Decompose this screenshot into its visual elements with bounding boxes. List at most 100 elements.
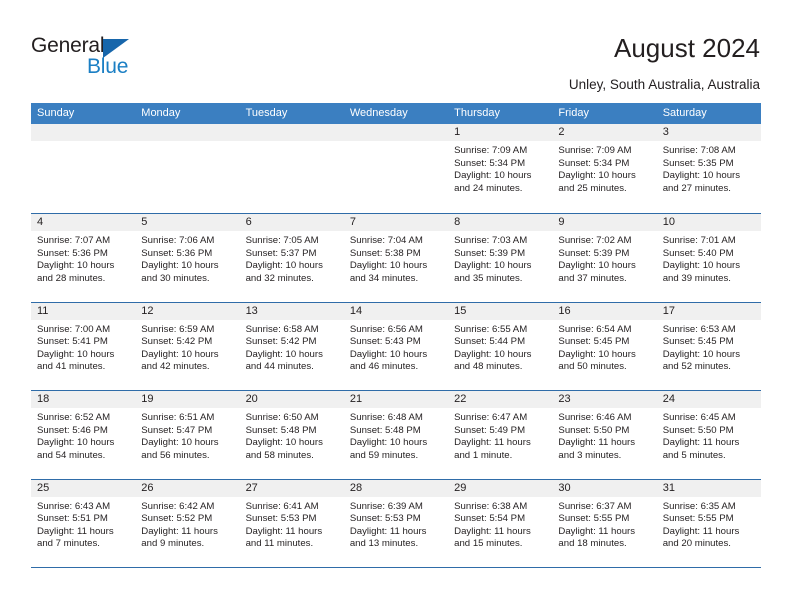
sunset-text: Sunset: 5:38 PM bbox=[349, 247, 421, 259]
daylight-text-line1: Daylight: 10 hours bbox=[37, 348, 115, 360]
calendar-day-cell[interactable]: 9 Sunrise: 7:02 AM Sunset: 5:39 PM Daylight… bbox=[552, 214, 657, 302]
calendar-day-cell[interactable]: 29 Sunrise: 6:38 AM Sunset: 5:54 PM Dayligh… bbox=[448, 479, 553, 567]
daylight-text-line2: and 1 minute. bbox=[454, 449, 513, 461]
sunrise-text: Sunrise: 7:05 AM bbox=[245, 235, 319, 246]
sunrise-text: Sunrise: 6:42 AM bbox=[141, 500, 215, 512]
daylight-text-line1: Daylight: 10 hours bbox=[454, 170, 532, 182]
calendar-day-cell[interactable]: 11 Sunrise: 7:00 AM Sunset: 5:41 PM Dayligh… bbox=[31, 302, 136, 390]
daylight-text-line1: Daylight: 11 hours bbox=[662, 437, 740, 449]
calendar-day-cell[interactable]: 28 Sunrise: 6:39 AM Sunset: 5:53 PM Dayligh… bbox=[343, 479, 449, 567]
weekday-header-tuesday: Tuesday bbox=[245, 107, 288, 119]
sunset-text: Sunset: 5:53 PM bbox=[349, 513, 421, 525]
daylight-text-line1: Daylight: 10 hours bbox=[245, 437, 323, 449]
day-number: 11 bbox=[31, 302, 136, 320]
calendar-day-cell[interactable]: 14 Sunrise: 6:56 AM Sunset: 5:43 PM Dayligh… bbox=[343, 302, 449, 390]
sunset-text: Sunset: 5:43 PM bbox=[349, 336, 421, 348]
sunset-text: Sunset: 5:35 PM bbox=[662, 157, 734, 169]
day-number: 20 bbox=[239, 391, 344, 408]
sunrise-text: Sunrise: 6:43 AM bbox=[37, 500, 111, 512]
sunset-text: Sunset: 5:40 PM bbox=[662, 247, 734, 259]
calendar-day-cell[interactable]: 21 Sunrise: 6:48 AM Sunset: 5:48 PM Dayligh… bbox=[343, 391, 449, 479]
daylight-text-line2: and 5 minutes. bbox=[662, 449, 726, 461]
page-header: General Blue August 2024 Unley, South Au… bbox=[0, 0, 792, 100]
day-number: 12 bbox=[135, 302, 240, 320]
day-details: Sunrise: 6:35 AM Sunset: 5:55 PM Daylight:… bbox=[657, 497, 761, 551]
daylight-text-line1: Daylight: 10 hours bbox=[662, 170, 741, 182]
daylight-text-line2: and 11 minutes. bbox=[245, 538, 314, 550]
calendar-day-cell[interactable]: 15 Sunrise: 6:55 AM Sunset: 5:44 PM Dayligh… bbox=[448, 302, 553, 390]
sunset-text: Sunset: 5:41 PM bbox=[37, 336, 108, 348]
calendar-day-cell[interactable]: 13 Sunrise: 6:58 AM Sunset: 5:42 PM Dayligh… bbox=[239, 302, 344, 390]
calendar-day-cell[interactable]: 22 Sunrise: 6:47 AM Sunset: 5:49 PM Dayligh… bbox=[448, 391, 553, 479]
calendar-day-cell[interactable]: 26 Sunrise: 6:42 AM Sunset: 5:52 PM Dayligh… bbox=[135, 479, 240, 567]
day-number: 9 bbox=[552, 214, 657, 231]
calendar-day-cell[interactable]: 30 Sunrise: 6:37 AM Sunset: 5:55 PM Dayligh… bbox=[552, 479, 657, 567]
sunrise-text: Sunrise: 6:46 AM bbox=[558, 412, 632, 423]
day-number: 1 bbox=[448, 124, 553, 141]
calendar-day-cell[interactable]: 1 Sunrise: 7:09 AM Sunset: 5:34 PM Daylight… bbox=[448, 124, 553, 213]
daylight-text-line2: and 46 minutes. bbox=[349, 361, 419, 373]
daylight-text-line1: Daylight: 10 hours bbox=[662, 260, 741, 272]
daylight-text-line1: Daylight: 10 hours bbox=[349, 260, 428, 272]
day-number: 24 bbox=[656, 391, 761, 408]
weekday-header-sunday: Sunday bbox=[37, 107, 75, 119]
weekday-header-row: Sunday Monday Tuesday Wednesday Thursday Frid… bbox=[31, 103, 761, 124]
weekday-header-thursday: Thursday bbox=[454, 107, 500, 119]
calendar-day-cell[interactable]: 18 Sunrise: 6:52 AM Sunset: 5:46 PM Dayligh… bbox=[31, 391, 136, 479]
location-subtitle: Unley, South Australia, Australia bbox=[568, 77, 760, 92]
calendar-day-cell[interactable]: 5 Sunrise: 7:06 AM Sunset: 5:36 PM Daylight… bbox=[135, 214, 240, 302]
day-details: Sunrise: 6:47 AM Sunset: 5:49 PM Daylight:… bbox=[448, 408, 552, 462]
day-number: 5 bbox=[135, 214, 240, 231]
calendar-day-cell[interactable]: 10 Sunrise: 7:01 AM Sunset: 5:40 PM Dayligh… bbox=[656, 214, 761, 302]
sunrise-sunset-calendar: Sunday Monday Tuesday Wednesday Thursday Frid… bbox=[31, 103, 761, 568]
calendar-day-cell[interactable]: 17 Sunrise: 6:53 AM Sunset: 5:45 PM Dayligh… bbox=[656, 302, 761, 390]
day-number: 26 bbox=[135, 479, 240, 497]
day-number: 21 bbox=[343, 391, 449, 408]
calendar-day-cell[interactable]: 3 Sunrise: 7:08 AM Sunset: 5:35 PM Daylight… bbox=[656, 124, 761, 213]
sunset-text: Sunset: 5:45 PM bbox=[558, 336, 630, 348]
calendar-day-cell[interactable]: 31 Sunrise: 6:35 AM Sunset: 5:55 PM Dayligh… bbox=[656, 479, 761, 567]
daylight-text-line2: and 35 minutes. bbox=[454, 272, 523, 284]
calendar-day-cell[interactable]: 8 Sunrise: 7:03 AM Sunset: 5:39 PM Daylight… bbox=[448, 214, 553, 302]
daylight-text-line2: and 9 minutes. bbox=[141, 538, 205, 550]
daylight-text-line1: Daylight: 10 hours bbox=[349, 348, 428, 360]
weekday-header-saturday: Saturday bbox=[662, 107, 707, 119]
calendar-day-cell[interactable]: 6 Sunrise: 7:05 AM Sunset: 5:37 PM Daylight… bbox=[239, 214, 344, 302]
sunset-text: Sunset: 5:39 PM bbox=[558, 247, 630, 259]
page-title: August 2024 bbox=[613, 33, 760, 63]
daylight-text-line2: and 27 minutes. bbox=[662, 182, 731, 194]
calendar-day-cell[interactable]: 7 Sunrise: 7:04 AM Sunset: 5:38 PM Daylight… bbox=[343, 214, 449, 302]
day-details: Sunrise: 6:50 AM Sunset: 5:48 PM Daylight:… bbox=[240, 408, 344, 462]
calendar-week-row: 11 Sunrise: 7:00 AM Sunset: 5:41 PM Dayligh… bbox=[31, 301, 761, 390]
calendar-week-row: 1 Sunrise: 7:09 AM Sunset: 5:34 PM Daylight… bbox=[31, 124, 761, 213]
daylight-text-line2: and 13 minutes. bbox=[349, 538, 419, 550]
day-number bbox=[343, 124, 449, 141]
sunrise-text: Sunrise: 6:47 AM bbox=[454, 412, 528, 423]
calendar-day-cell[interactable]: 16 Sunrise: 6:54 AM Sunset: 5:45 PM Dayligh… bbox=[552, 302, 657, 390]
calendar-day-cell[interactable]: 24 Sunrise: 6:45 AM Sunset: 5:50 PM Dayligh… bbox=[656, 391, 761, 479]
sunrise-text: Sunrise: 6:54 AM bbox=[558, 323, 632, 335]
calendar-day-cell[interactable]: 27 Sunrise: 6:41 AM Sunset: 5:53 PM Dayligh… bbox=[239, 479, 344, 567]
calendar-day-cell[interactable]: 4 Sunrise: 7:07 AM Sunset: 5:36 PM Daylight… bbox=[31, 214, 136, 302]
calendar-day-cell[interactable]: 25 Sunrise: 6:43 AM Sunset: 5:51 PM Dayligh… bbox=[31, 479, 136, 567]
calendar-day-cell[interactable]: 19 Sunrise: 6:51 AM Sunset: 5:47 PM Dayligh… bbox=[135, 391, 240, 479]
day-number: 28 bbox=[343, 479, 449, 497]
weekday-header-friday: Friday bbox=[558, 107, 589, 119]
calendar-week-row: 4 Sunrise: 7:07 AM Sunset: 5:36 PM Daylight… bbox=[31, 213, 761, 302]
day-details: Sunrise: 6:48 AM Sunset: 5:48 PM Daylight:… bbox=[344, 408, 448, 462]
logo-text-blue: Blue bbox=[87, 55, 129, 78]
sunrise-text: Sunrise: 7:09 AM bbox=[454, 145, 528, 156]
sunrise-text: Sunrise: 6:50 AM bbox=[245, 412, 319, 423]
sunrise-text: Sunrise: 7:07 AM bbox=[37, 235, 111, 246]
generalblue-logo[interactable]: General Blue bbox=[31, 35, 231, 85]
sunset-text: Sunset: 5:39 PM bbox=[454, 247, 526, 259]
daylight-text-line1: Daylight: 10 hours bbox=[349, 437, 428, 449]
daylight-text-line1: Daylight: 11 hours bbox=[245, 525, 323, 537]
sunset-text: Sunset: 5:45 PM bbox=[662, 336, 734, 348]
calendar-day-cell[interactable]: 20 Sunrise: 6:50 AM Sunset: 5:48 PM Dayligh… bbox=[239, 391, 344, 479]
daylight-text-line1: Daylight: 10 hours bbox=[245, 260, 323, 272]
calendar-day-cell[interactable]: 12 Sunrise: 6:59 AM Sunset: 5:42 PM Dayligh… bbox=[135, 302, 240, 390]
calendar-day-cell[interactable]: 23 Sunrise: 6:46 AM Sunset: 5:50 PM Dayligh… bbox=[552, 391, 657, 479]
calendar-day-cell[interactable]: 2 Sunrise: 7:09 AM Sunset: 5:34 PM Daylight… bbox=[552, 124, 657, 213]
sunrise-text: Sunrise: 7:06 AM bbox=[141, 235, 215, 246]
